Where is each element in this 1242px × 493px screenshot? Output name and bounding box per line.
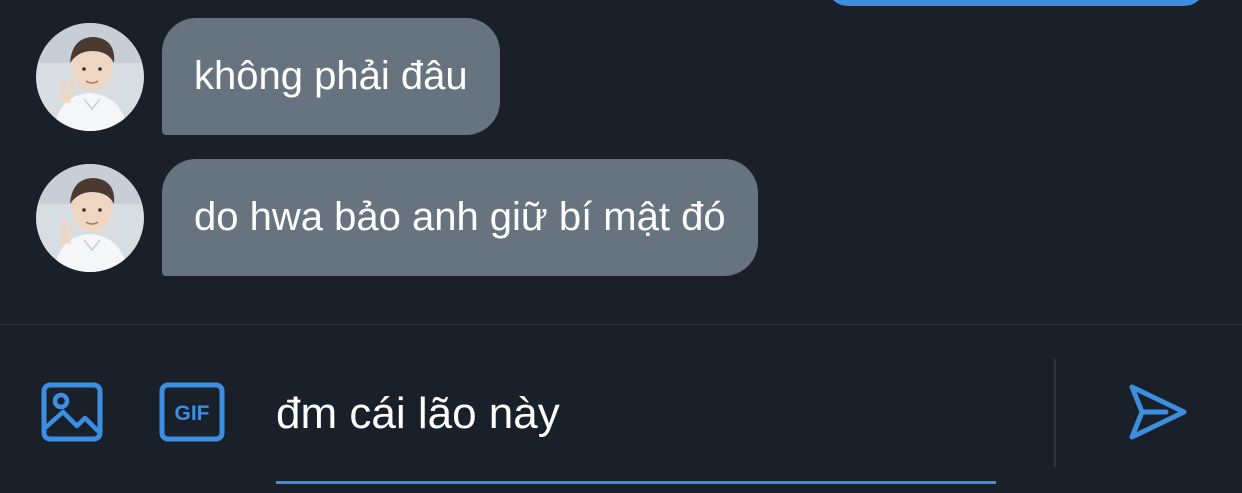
avatar-image (36, 22, 144, 131)
image-icon (41, 382, 103, 442)
send-icon (1129, 384, 1187, 440)
gif-button[interactable]: GIF (158, 381, 226, 443)
gif-label: GIF (175, 402, 210, 425)
gif-icon: GIF (159, 382, 225, 442)
avatar-image (36, 163, 144, 272)
avatar[interactable] (36, 22, 144, 131)
send-divider (1054, 359, 1056, 467)
message-row: do hwa bảo anh giữ bí mật đó (36, 159, 758, 276)
message-bubble: không phải đâu (162, 18, 500, 135)
message-bubble: do hwa bảo anh giữ bí mật đó (162, 159, 758, 276)
sent-message-bubble-edge (826, 0, 1206, 6)
message-composer: GIF (0, 325, 1242, 493)
message-input[interactable] (276, 377, 996, 451)
avatar[interactable] (36, 163, 144, 272)
send-button[interactable] (1126, 381, 1188, 443)
media-button[interactable] (40, 381, 104, 443)
input-underline (276, 481, 996, 484)
message-row: không phải đâu (36, 18, 500, 135)
